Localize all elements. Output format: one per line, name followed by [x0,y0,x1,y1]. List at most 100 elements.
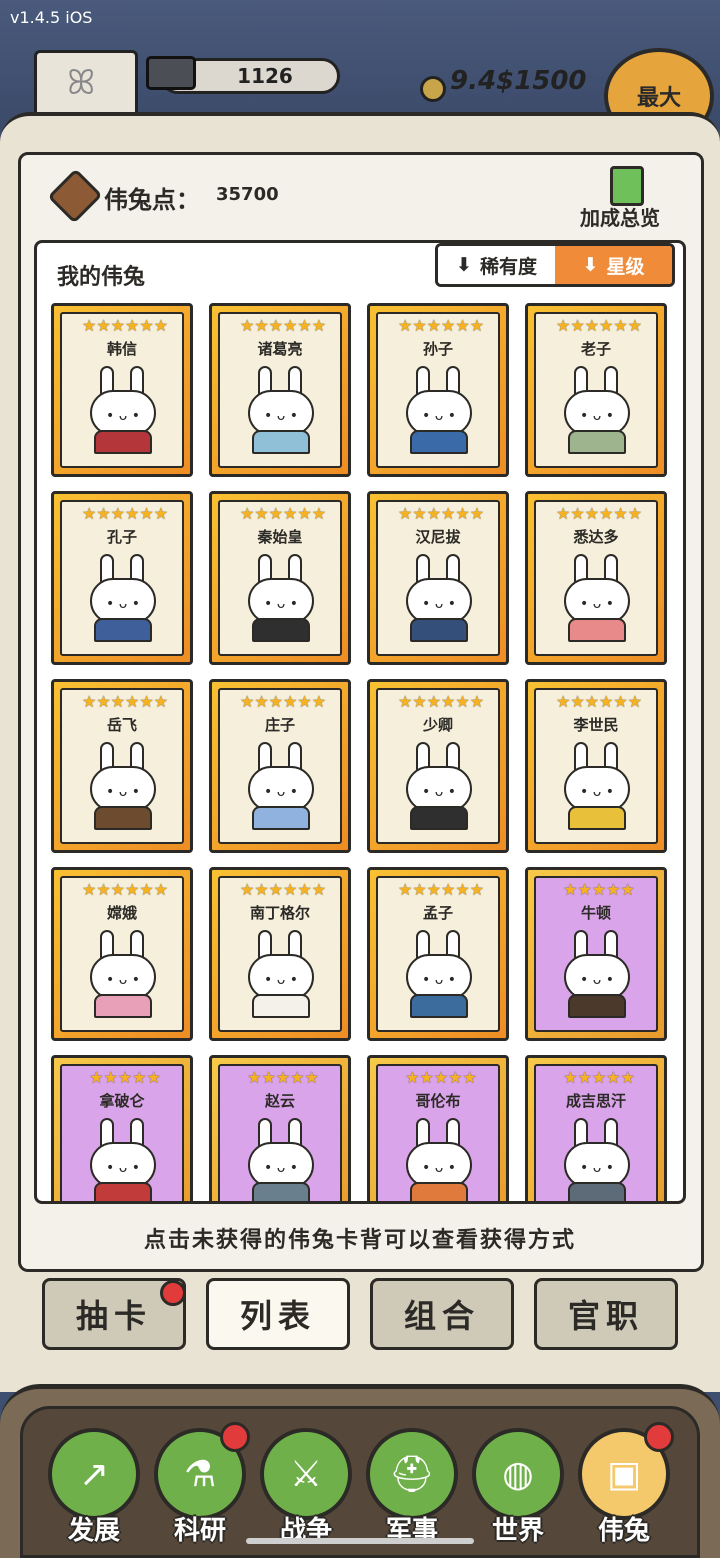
card-face: ★★★★★★ 诸葛亮 • ᴗ • [218,312,342,468]
rabbit-card[interactable]: ★★★★★★ 少卿 • ᴗ • [367,679,509,853]
points-label: 伟兔点： [104,186,200,214]
card-name: 诸葛亮 [257,340,303,358]
rabbit-character-icon: • ᴗ • [560,742,634,830]
card-name: 庄子 [264,716,295,734]
star-rating: ★★★★★ [247,1068,319,1087]
star-rating: ★★★★★★ [555,692,643,711]
rabbit-card[interactable]: ★★★★★★ 孔子 • ᴗ • [51,491,193,665]
rabbit-card[interactable]: ★★★★★★ 悉达多 • ᴗ • [525,491,667,665]
rabbit-card[interactable]: ★★★★★★ 老子 • ᴗ • [525,303,667,477]
growth-icon: ↗ [48,1428,140,1520]
rabbit-list[interactable]: 我的伟兔 ⬇ 稀有度 ⬇ 星级 ★★★★★★ 韩信 • ᴗ • ★★★★★★ 诸葛亮 • … [34,240,686,1204]
card-face: ★★★★★★ 韩信 • ᴗ • [60,312,184,468]
rabbit-character-icon: • ᴗ • [560,554,634,642]
rabbit-character-icon: • ᴗ • [244,742,318,830]
star-rating: ★★★★★★ [81,880,169,899]
character-outfit [94,806,152,830]
rabbit-card[interactable]: ★★★★★★ 秦始皇 • ᴗ • [209,491,351,665]
card-face: ★★★★★★ 嫦娥 • ᴗ • [60,876,184,1032]
star-rating: ★★★★★ [563,880,635,899]
star-rating: ★★★★★★ [397,504,485,523]
card-face: ★★★★★★ 孔子 • ᴗ • [60,500,184,656]
card-face: ★★★★★★ 秦始皇 • ᴗ • [218,500,342,656]
rabbit-card[interactable]: ★★★★★★ 岳飞 • ᴗ • [51,679,193,853]
character-outfit [252,618,310,642]
arrow-down-icon: ⬇ [582,254,599,276]
version-label: v1.4.5 iOS [10,8,93,27]
rabbit-card[interactable]: ★★★★★★ 李世民 • ᴗ • [525,679,667,853]
rabbit-card[interactable]: ★★★★★★ 南丁格尔 • ᴗ • [209,867,351,1041]
home-indicator [246,1538,474,1544]
rabbit-character-icon: • ᴗ • [560,930,634,1018]
rabbit-card[interactable]: ★★★★★★ 庄子 • ᴗ • [209,679,351,853]
bonus-overview-button[interactable]: 加成总览 [580,202,660,231]
card-name: 老子 [580,340,611,358]
character-outfit [252,994,310,1018]
card-face: ★★★★★ 成吉思汗 • ᴗ • [534,1064,658,1201]
notification-dot [160,1280,186,1306]
card-name: 牛顿 [580,904,611,922]
rabbit-card[interactable]: ★★★★★ 拿破仑 • ᴗ • [51,1055,193,1201]
card-face: ★★★★★★ 孙子 • ᴗ • [376,312,500,468]
nav-item-3[interactable]: ⛑ 军事 [366,1428,460,1548]
card-name: 赵云 [264,1092,295,1110]
sort-star-button[interactable]: ⬇ 星级 [555,246,672,284]
sort-rarity-button[interactable]: ⬇ 稀有度 [438,246,555,284]
rabbit-character-icon: • ᴗ • [402,554,476,642]
arrow-down-icon: ⬇ [456,254,472,276]
card-name: 孟子 [422,904,453,922]
rabbit-character-icon: • ᴗ • [560,1118,634,1201]
card-name: 孙子 [422,340,453,358]
character-outfit [252,430,310,454]
rabbit-card[interactable]: ★★★★★ 哥伦布 • ᴗ • [367,1055,509,1201]
card-name: 悉达多 [573,528,619,546]
rabbit-card[interactable]: ★★★★★ 牛顿 • ᴗ • [525,867,667,1041]
card-name: 韩信 [106,340,137,358]
card-name: 秦始皇 [257,528,303,546]
star-rating: ★★★★★★ [81,692,169,711]
nav-item-2[interactable]: ⚔ 战争 [260,1428,354,1548]
rabbit-card[interactable]: ★★★★★★ 韩信 • ᴗ • [51,303,193,477]
tab-combo[interactable]: 组合 [370,1278,514,1350]
panel-tabs: 抽卡 列表 组合 官职 [42,1278,678,1352]
star-rating: ★★★★★★ [81,504,169,523]
tab-office[interactable]: 官职 [534,1278,678,1350]
character-outfit [410,618,468,642]
character-outfit [568,1182,626,1201]
rabbit-character-icon: • ᴗ • [244,554,318,642]
star-rating: ★★★★★★ [555,316,643,335]
card-name: 孔子 [106,528,137,546]
rabbit-character-icon: • ᴗ • [244,366,318,454]
nav-item-4[interactable]: ◍ 世界 [472,1428,566,1548]
swords-icon: ⚔ [260,1428,352,1520]
list-title: 我的伟兔 [57,265,146,290]
card-face: ★★★★★★ 汉尼拔 • ᴗ • [376,500,500,656]
rabbit-card[interactable]: ★★★★★ 赵云 • ᴗ • [209,1055,351,1201]
card-name: 成吉思汗 [565,1092,626,1110]
sort-rarity-label: 稀有度 [479,255,537,278]
bonus-overview-icon[interactable] [610,166,644,206]
money-counter: 9.4$1500 [450,66,587,96]
card-face: ★★★★★★ 岳飞 • ᴗ • [60,688,184,844]
rabbit-card[interactable]: ★★★★★★ 嫦娥 • ᴗ • [51,867,193,1041]
rabbit-card[interactable]: ★★★★★★ 孙子 • ᴗ • [367,303,509,477]
player-avatar[interactable]: ꕤ [34,50,138,120]
character-outfit [410,430,468,454]
rabbit-card[interactable]: ★★★★★ 成吉思汗 • ᴗ • [525,1055,667,1201]
rabbit-card[interactable]: ★★★★★★ 诸葛亮 • ᴗ • [209,303,351,477]
card-name: 李世民 [573,716,619,734]
rabbit-card[interactable]: ★★★★★★ 汉尼拔 • ᴗ • [367,491,509,665]
character-outfit [410,1182,468,1201]
nav-item-0[interactable]: ↗ 发展 [48,1428,142,1548]
character-outfit [94,994,152,1018]
card-face: ★★★★★ 赵云 • ᴗ • [218,1064,342,1201]
rabbit-character-icon: • ᴗ • [86,554,160,642]
rabbit-card[interactable]: ★★★★★★ 孟子 • ᴗ • [367,867,509,1041]
card-name: 嫦娥 [106,904,137,922]
card-name: 少卿 [422,716,453,734]
card-face: ★★★★★★ 南丁格尔 • ᴗ • [218,876,342,1032]
character-outfit [94,430,152,454]
card-face: ★★★★★★ 老子 • ᴗ • [534,312,658,468]
sort-toggle: ⬇ 稀有度 ⬇ 星级 [435,243,675,287]
tab-list[interactable]: 列表 [206,1278,350,1350]
